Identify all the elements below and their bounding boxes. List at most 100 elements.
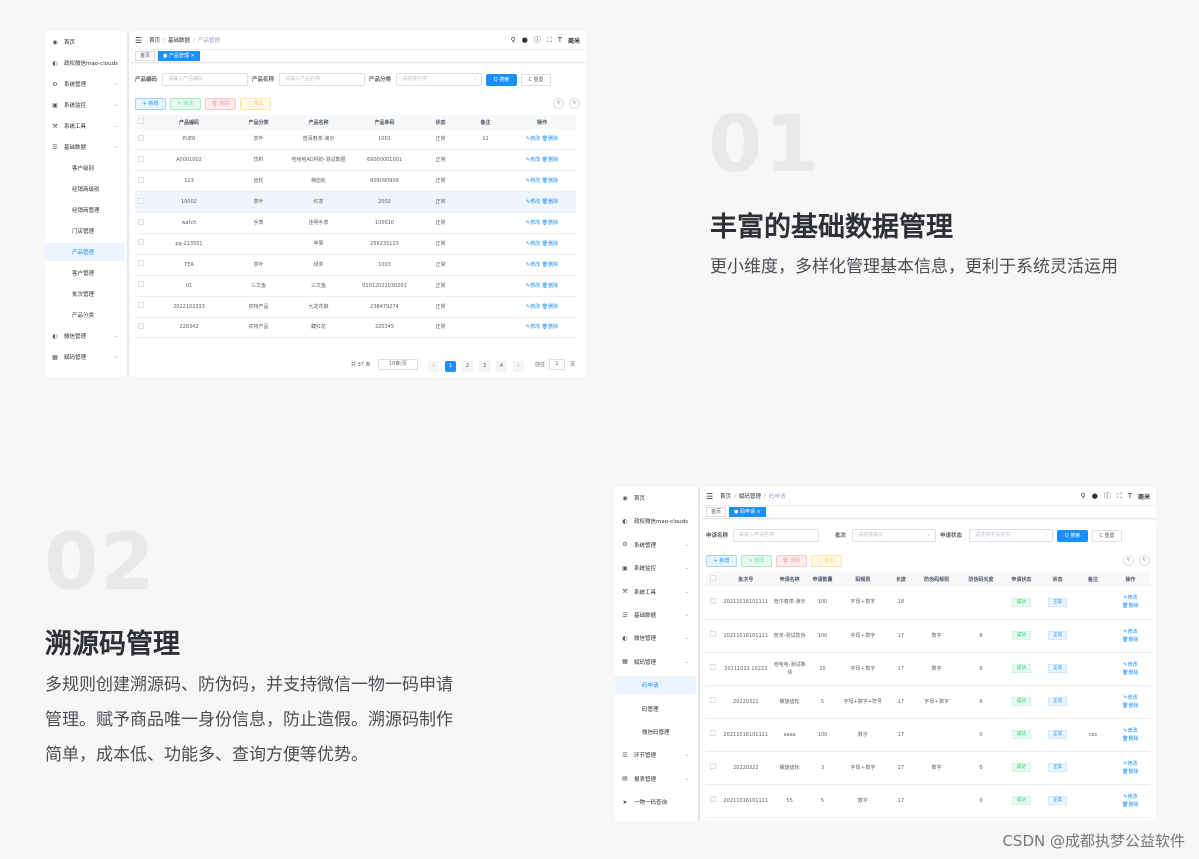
fullscreen-icon[interactable]: ⛶ <box>1117 492 1122 501</box>
delete-link[interactable]: 🗑删除 <box>542 178 558 184</box>
sidebar-item[interactable]: ⚒ 系统工具 ⌄ <box>45 117 125 135</box>
row-checkbox[interactable] <box>138 176 144 183</box>
select-all-checkbox[interactable] <box>709 575 716 581</box>
edit-link[interactable]: ✎修改 <box>1112 760 1149 768</box>
sidebar-item[interactable]: ◐ 政权微信mao-clouds <box>45 54 125 72</box>
edit-link[interactable]: ✎修改 <box>526 324 540 330</box>
delete-button[interactable]: 🗑 删除 <box>205 98 236 110</box>
table-row[interactable]: watch 手表 佳明手表 100010 正常 ✎修改 🗑删除 <box>135 212 576 234</box>
select-all-checkbox[interactable] <box>138 118 144 124</box>
search-icon[interactable]: ⚲ <box>511 36 516 44</box>
sidebar-item[interactable]: ▤ 报表管理 ⌄ <box>615 770 696 788</box>
edit-link[interactable]: ✎修改 <box>526 304 540 310</box>
row-checkbox[interactable] <box>138 155 144 162</box>
sidebar-item[interactable]: ⚒ 系统工具 ⌄ <box>615 583 696 601</box>
search-button[interactable]: Q 搜索 <box>486 74 517 86</box>
sidebar-item[interactable]: ▦ 赋码管理 ⌄ <box>45 348 125 366</box>
hamburger-icon[interactable]: ☰ <box>706 492 713 501</box>
search-toggle-icon[interactable]: ⚲ <box>553 98 564 109</box>
delete-link[interactable]: 🗑删除 <box>542 324 558 330</box>
edit-button[interactable]: ✎ 修改 <box>741 555 772 567</box>
delete-link[interactable]: 🗑删除 <box>1112 768 1149 776</box>
sidebar-item[interactable]: ➤ 一物一码查询 <box>615 793 696 811</box>
batch-select[interactable]: 请选择批次 ⌄ <box>852 529 936 542</box>
sidebar-item[interactable]: ▣ 系统监控 ⌄ <box>45 96 125 114</box>
edit-link[interactable]: ✎修改 <box>1112 661 1149 669</box>
edit-link[interactable]: ✎修改 <box>1112 727 1149 735</box>
edit-link[interactable]: ✎修改 <box>1112 694 1149 702</box>
github-icon[interactable]: ● <box>1092 492 1098 500</box>
apply-name-input[interactable]: 请输入申请名称 <box>733 529 819 542</box>
sidebar-item[interactable]: 码管理 <box>615 700 696 718</box>
sidebar-item[interactable]: 产品分类 <box>45 306 125 324</box>
sidebar-item[interactable]: ⚙ 系统管理 ⌄ <box>615 536 696 554</box>
goto-input[interactable]: 1 <box>549 359 565 370</box>
edit-link[interactable]: ✎修改 <box>1112 594 1149 602</box>
product-name-input[interactable]: 请输入产品名称 <box>279 73 365 86</box>
edit-link[interactable]: ✎修改 <box>526 262 540 268</box>
edit-button[interactable]: ✎ 修改 <box>170 98 201 110</box>
delete-link[interactable]: 🗑删除 <box>1112 801 1149 809</box>
table-row[interactable]: 20211016101111 55 5 数字 17 0 成功 正常 ✎修改 🗑删除 <box>706 784 1150 818</box>
sidebar-item[interactable]: ◐ 微信管理 ⌄ <box>615 629 696 647</box>
tag-product[interactable]: ● 产品管理 × <box>158 51 200 61</box>
sidebar-item[interactable]: 经销商级别 <box>45 180 125 198</box>
edit-link[interactable]: ✎修改 <box>526 241 540 247</box>
font-size-icon[interactable]: T <box>558 36 562 44</box>
refresh-icon[interactable]: ↻ <box>1139 555 1150 566</box>
sidebar-item[interactable]: ◉ 首页 <box>45 33 125 51</box>
apply-status-select[interactable]: 请选择申请状态 ⌄ <box>969 529 1053 542</box>
delete-link[interactable]: 🗑删除 <box>1112 735 1149 743</box>
sidebar-item[interactable]: 产品管理 <box>45 243 125 261</box>
sidebar-item[interactable]: ☰ 基础数据 ⌄ <box>615 606 696 624</box>
github-icon[interactable]: ● <box>522 36 528 44</box>
sidebar-item[interactable]: ▣ 系统监控 ⌄ <box>615 559 696 577</box>
help-icon[interactable]: ⓘ <box>534 35 541 45</box>
font-size-icon[interactable]: T <box>1128 492 1132 500</box>
breadcrumb-item[interactable]: 赋码管理 <box>739 494 761 500</box>
add-button[interactable]: + 新增 <box>706 555 737 567</box>
tag-code-apply[interactable]: ● 码申请 × <box>729 507 766 517</box>
row-checkbox[interactable] <box>138 218 144 225</box>
delete-link[interactable]: 🗑删除 <box>542 304 558 310</box>
sidebar-item[interactable]: ▦ 赋码管理 ⌄ <box>615 653 696 671</box>
delete-link[interactable]: 🗑删除 <box>542 283 558 289</box>
table-row[interactable]: PUER 茶叶 普洱春茶-演示 1001 正常 11 ✎修改 🗑删除 <box>135 129 576 151</box>
sidebar-item[interactable]: 微信码管理 <box>615 723 696 741</box>
page-size-select[interactable]: 10条/页 <box>378 359 418 370</box>
product-code-input[interactable]: 请输入产品编码 <box>162 73 248 86</box>
row-checkbox[interactable] <box>138 260 144 267</box>
edit-link[interactable]: ✎修改 <box>1112 793 1149 801</box>
delete-link[interactable]: 🗑删除 <box>1112 702 1149 710</box>
category-select[interactable]: 请选择分类 ⌄ <box>396 73 482 86</box>
user-avatar[interactable]: 商米 <box>568 36 580 45</box>
page-3[interactable]: 3 <box>479 361 490 372</box>
user-avatar[interactable]: 商米 <box>1138 492 1150 501</box>
table-row[interactable]: 20220321 螺旋齿轮 5 字母+数字+符号 17 字母＋数字 6 成功 正常 ✎修改 🗑删除 <box>706 685 1150 719</box>
row-checkbox[interactable] <box>709 796 716 802</box>
row-checkbox[interactable] <box>138 197 144 204</box>
table-row[interactable]: 10002 茶叶 红茶 2002 正常 ✎修改 🗑删除 <box>135 191 576 214</box>
prev-page-button[interactable]: ‹ <box>428 361 439 372</box>
delete-link[interactable]: 🗑删除 <box>1112 602 1149 610</box>
edit-link[interactable]: ✎修改 <box>526 178 540 184</box>
edit-link[interactable]: ✎修改 <box>1112 628 1149 636</box>
table-row[interactable]: TEA 茶叶 绿茶 1003 正常 ✎修改 🗑删除 <box>135 254 576 276</box>
page-2[interactable]: 2 <box>462 361 473 372</box>
table-row[interactable]: 20220322 螺旋齿轮 3 字母＋数字 17 数字 6 成功 正常 ✎修改 🗑删除 <box>706 751 1150 785</box>
delete-link[interactable]: 🗑删除 <box>1112 636 1149 644</box>
next-page-button[interactable]: › <box>513 361 524 372</box>
edit-link[interactable]: ✎修改 <box>526 220 540 226</box>
table-row[interactable]: 123 齿轮 梯齿轮 909090909 正常 ✎修改 🗑删除 <box>135 170 576 193</box>
sidebar-item[interactable]: 经销商管理 <box>45 201 125 219</box>
sidebar-item[interactable]: 客户级别 <box>45 159 125 177</box>
row-checkbox[interactable] <box>709 697 716 703</box>
table-row[interactable]: A0001002 饮料 哇哈哈AD钙奶-测试数据 69000001001 正常 ✎修改 🗑… <box>135 149 576 172</box>
reset-button[interactable]: C 重置 <box>521 74 551 86</box>
search-button[interactable]: Q 搜索 <box>1057 530 1088 542</box>
page-1[interactable]: 1 <box>445 361 456 372</box>
table-row[interactable]: 2022102233 农特产品 九龙花椒 238479274 正常 ✎修改 🗑删除 <box>135 296 576 318</box>
fullscreen-icon[interactable]: ⛶ <box>547 36 552 45</box>
edit-link[interactable]: ✎修改 <box>526 157 540 163</box>
delete-link[interactable]: 🗑删除 <box>542 241 558 247</box>
